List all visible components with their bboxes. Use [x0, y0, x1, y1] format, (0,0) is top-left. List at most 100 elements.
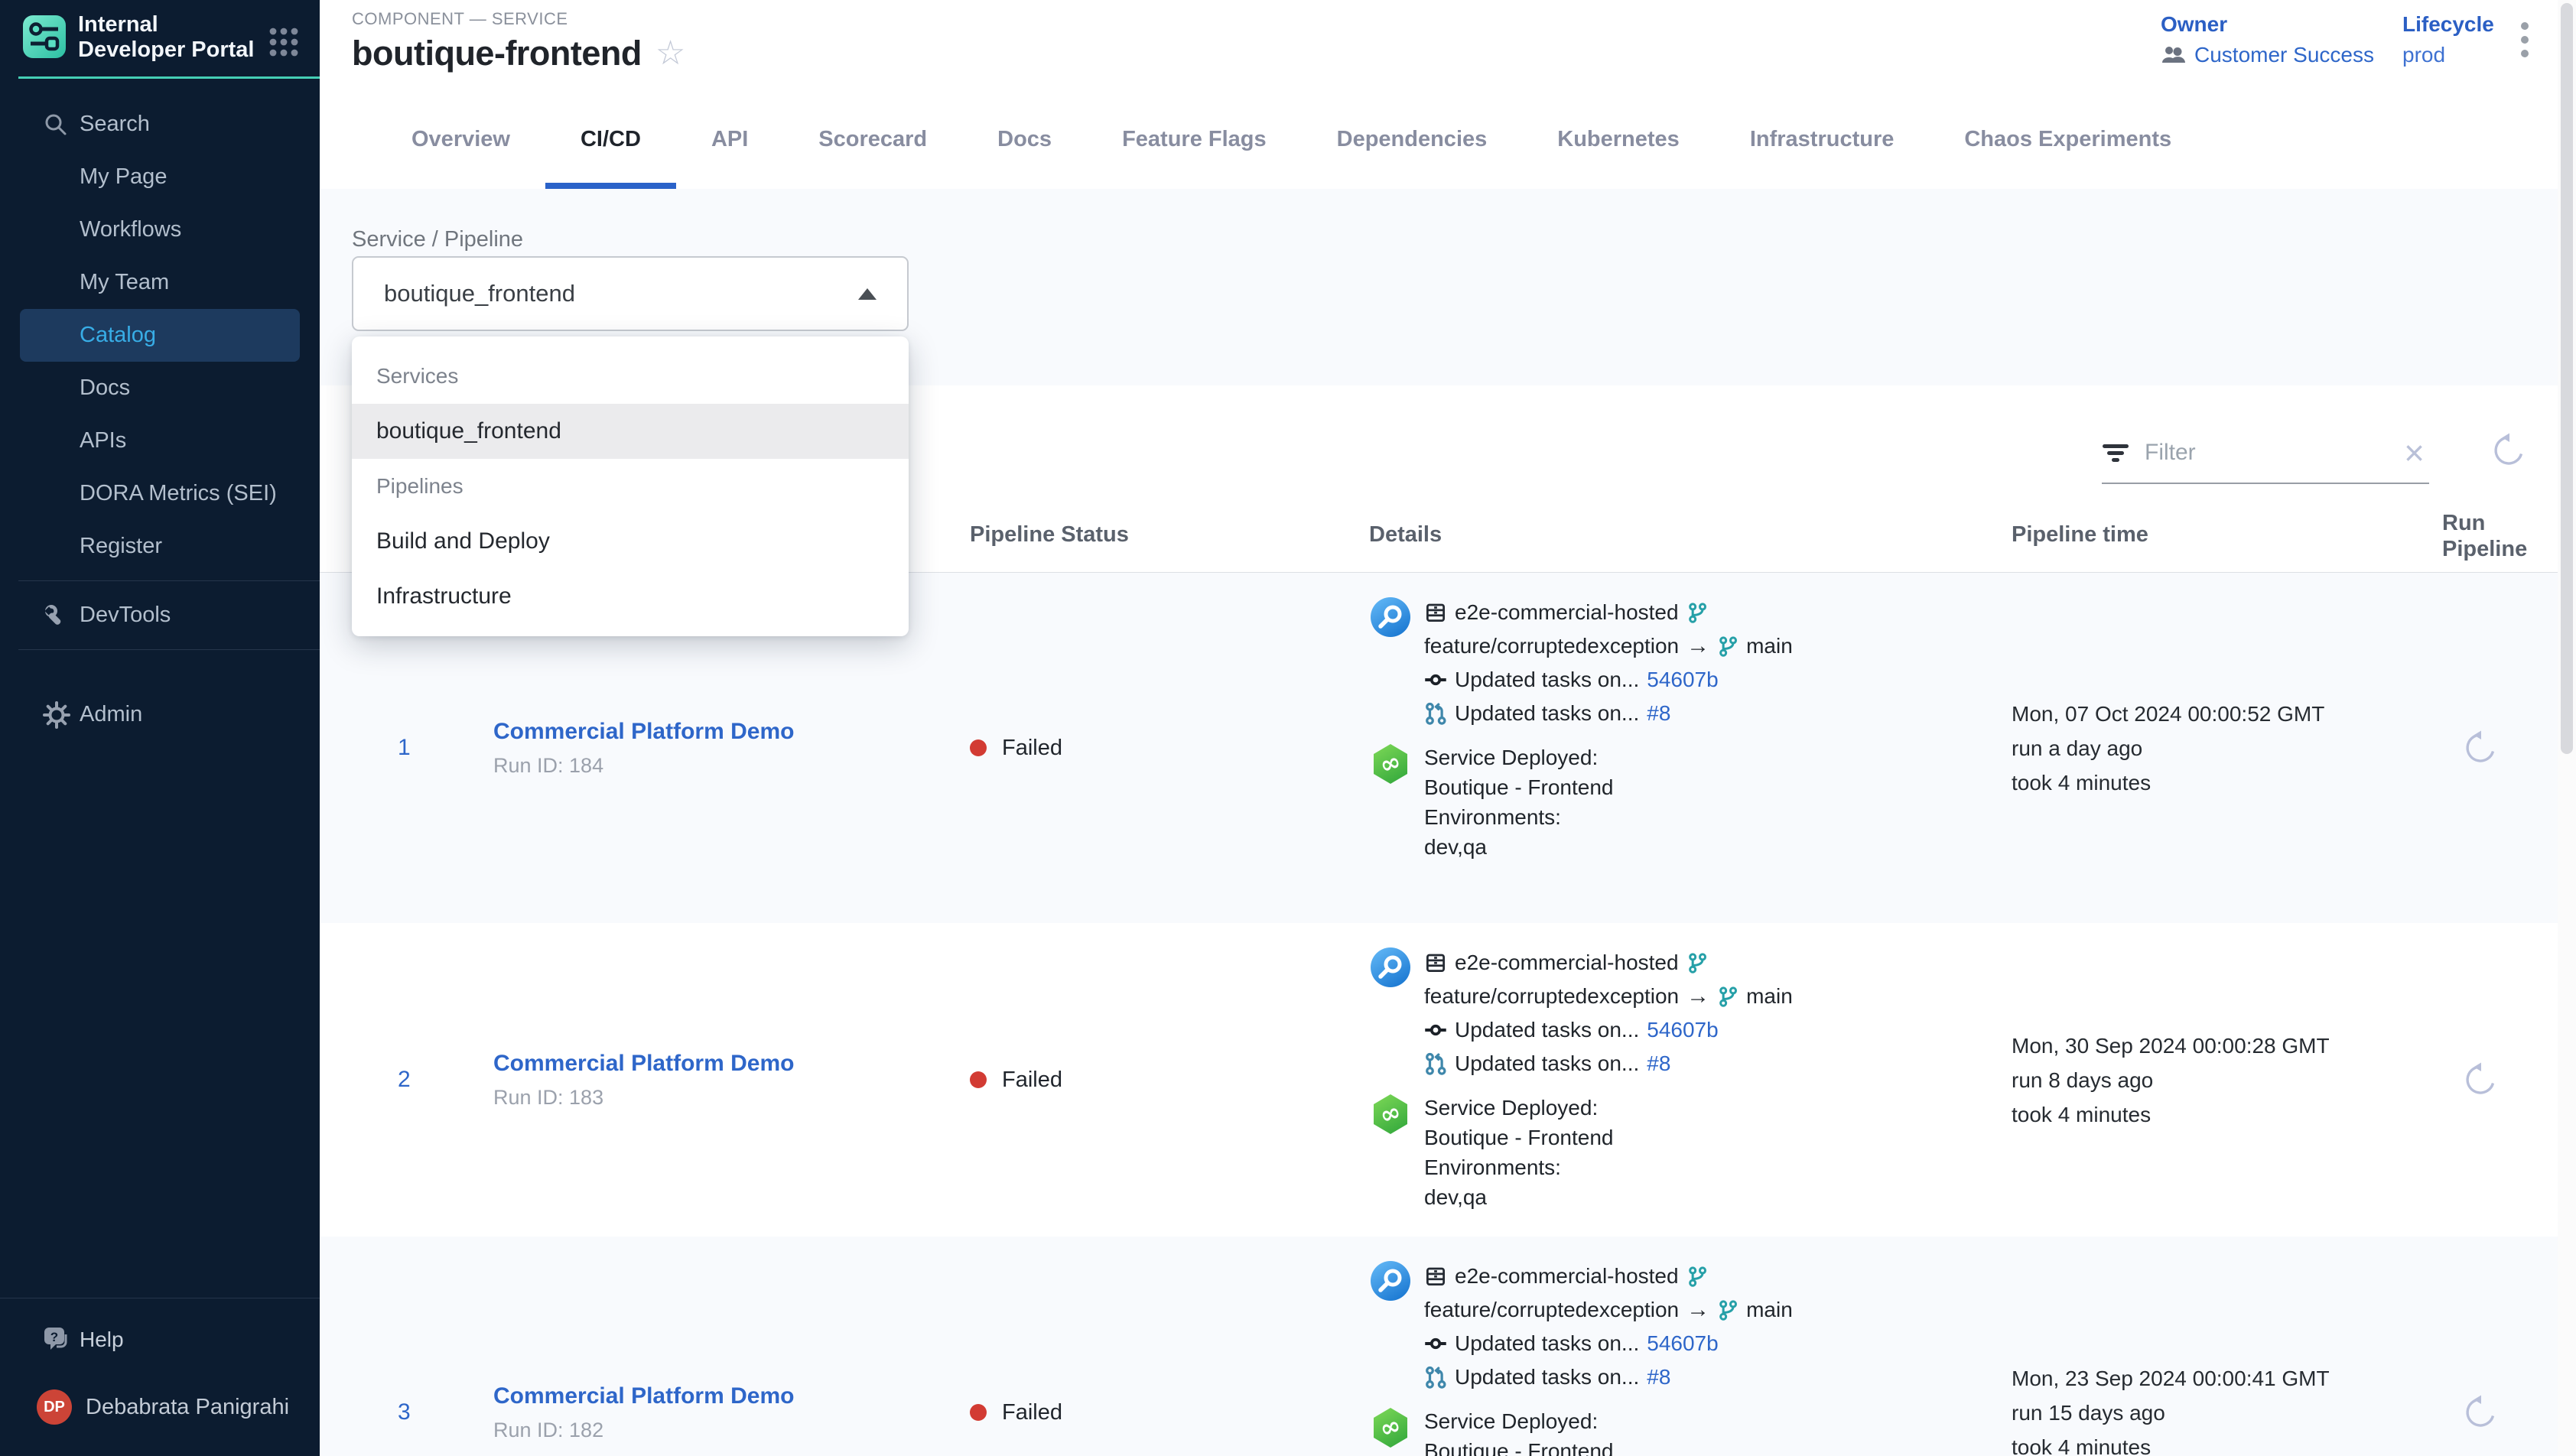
tab-scorecard[interactable]: Scorecard — [783, 89, 962, 189]
tab-overview[interactable]: Overview — [376, 89, 545, 189]
commit-sha-link[interactable]: 54607b — [1647, 1331, 1718, 1356]
git-branch-icon — [1686, 952, 1708, 973]
rerun-pipeline-icon[interactable] — [2461, 730, 2497, 766]
service-pipeline-select[interactable]: boutique_frontend — [352, 256, 909, 331]
sidebar-item-my-team[interactable]: My Team — [0, 256, 320, 309]
git-branch-icon — [1717, 1299, 1738, 1321]
tab-dependencies[interactable]: Dependencies — [1302, 89, 1523, 189]
people-icon — [2161, 44, 2187, 66]
refresh-icon[interactable] — [2489, 432, 2526, 469]
filter-input[interactable] — [2143, 439, 2390, 466]
help-label: Help — [80, 1328, 124, 1352]
sidebar-item-admin[interactable]: Admin — [0, 688, 320, 741]
scrollbar-track[interactable] — [2558, 0, 2576, 1456]
run-relative-time: run 8 days ago — [2012, 1063, 2400, 1097]
rerun-pipeline-icon[interactable] — [2461, 1061, 2497, 1098]
run-number: 3 — [320, 1399, 461, 1425]
tab-kubernetes[interactable]: Kubernetes — [1522, 89, 1715, 189]
pull-request-icon — [1424, 1052, 1447, 1075]
tab-docs[interactable]: Docs — [962, 89, 1087, 189]
scrollbar-thumb[interactable] — [2561, 3, 2573, 754]
entity-tabs: Overview CI/CD API Scorecard Docs Featur… — [320, 89, 2576, 189]
details-cell: e2e-commercial-hosted feature/corruptede… — [1337, 923, 1983, 1212]
dropdown-option-infrastructure[interactable]: Infrastructure — [352, 569, 909, 624]
sidebar-item-label: DORA Metrics (SEI) — [80, 481, 277, 506]
deployed-service: Boutique - Frontend — [1424, 1436, 1614, 1456]
arrow-right-icon: → — [1686, 1297, 1709, 1323]
entity-kind-label: COMPONENT — SERVICE — [352, 9, 568, 29]
cd-module-icon: ∞ — [1369, 1093, 1412, 1136]
run-duration: took 4 minutes — [2012, 1430, 2400, 1456]
owner-block: Owner Customer Success — [2161, 12, 2374, 67]
sidebar-item-my-page[interactable]: My Page — [0, 151, 320, 203]
git-branch-icon — [1686, 602, 1708, 623]
clear-filter-icon[interactable]: × — [2404, 435, 2429, 470]
sidebar-item-docs[interactable]: Docs — [0, 362, 320, 414]
repository-icon — [1424, 951, 1447, 974]
status-text: Failed — [1002, 1068, 1062, 1093]
sidebar-accent-divider — [18, 76, 320, 79]
owner-label: Owner — [2161, 12, 2374, 37]
pr-message: Updated tasks on... — [1455, 701, 1639, 726]
sidebar-item-devtools[interactable]: DevTools — [0, 589, 320, 642]
favorite-star-icon[interactable]: ☆ — [655, 37, 685, 70]
commit-message: Updated tasks on... — [1455, 668, 1639, 692]
pr-number-link[interactable]: #8 — [1647, 1365, 1670, 1389]
deployed-label: Service Deployed: — [1424, 1406, 1614, 1436]
pipeline-link[interactable]: Commercial Platform Demo — [493, 1383, 794, 1409]
sidebar-item-catalog[interactable]: Catalog — [20, 309, 300, 362]
ci-module-icon — [1369, 1259, 1412, 1302]
sidebar-item-dora-metrics[interactable]: DORA Metrics (SEI) — [0, 467, 320, 520]
tab-api[interactable]: API — [676, 89, 783, 189]
details-cell: e2e-commercial-hosted feature/corruptede… — [1337, 1237, 1983, 1456]
filter-bar: × — [2102, 423, 2429, 484]
pipeline-name-cell: Commercial Platform Demo Run ID: 184 — [461, 719, 938, 778]
tab-cicd[interactable]: CI/CD — [545, 89, 676, 189]
source-branch: feature/corruptedexception — [1424, 634, 1679, 658]
column-header-run-pipeline: Run Pipeline — [2442, 510, 2557, 562]
pr-number-link[interactable]: #8 — [1647, 701, 1670, 726]
sidebar-item-workflows[interactable]: Workflows — [0, 203, 320, 256]
rerun-pipeline-icon[interactable] — [2461, 1394, 2497, 1431]
sidebar-item-apis[interactable]: APIs — [0, 414, 320, 467]
run-number: 1 — [320, 735, 461, 761]
tab-feature-flags[interactable]: Feature Flags — [1087, 89, 1302, 189]
tab-infrastructure[interactable]: Infrastructure — [1715, 89, 1930, 189]
pr-number-link[interactable]: #8 — [1647, 1051, 1670, 1076]
apps-grid-icon[interactable] — [268, 26, 300, 58]
commit-sha-link[interactable]: 54607b — [1647, 668, 1718, 692]
table-row: 3 Commercial Platform Demo Run ID: 182 F… — [320, 1237, 2558, 1456]
target-branch: main — [1746, 634, 1793, 658]
pipeline-link[interactable]: Commercial Platform Demo — [493, 1051, 794, 1077]
owner-link[interactable]: Customer Success — [2194, 43, 2374, 67]
dropdown-option-boutique-frontend[interactable]: boutique_frontend — [352, 404, 909, 459]
failed-status-dot — [970, 1071, 987, 1088]
environments-label: Environments: — [1424, 1152, 1614, 1182]
more-options-icon[interactable] — [2519, 20, 2530, 64]
sidebar-item-label: Catalog — [80, 323, 156, 348]
pipeline-link[interactable]: Commercial Platform Demo — [493, 719, 794, 745]
app-window: Internal Developer Portal Search My Page — [0, 0, 2576, 1456]
user-name: Debabrata Panigrahi — [86, 1395, 289, 1420]
sidebar-nav: Search My Page Workflows My Team Catalog… — [0, 98, 320, 741]
git-branch-icon — [1717, 635, 1738, 657]
sidebar-item-label: DevTools — [80, 603, 171, 628]
pipeline-time-cell: Mon, 30 Sep 2024 00:00:28 GMT run 8 days… — [1983, 1029, 2400, 1132]
dropdown-group-services: Services — [352, 349, 909, 404]
sidebar-item-register[interactable]: Register — [0, 520, 320, 573]
tab-chaos-experiments[interactable]: Chaos Experiments — [1929, 89, 2207, 189]
cicd-panel: Service / Pipeline boutique_frontend × P… — [320, 189, 2558, 1456]
service-pipeline-dropdown: Services boutique_frontend Pipelines Bui… — [352, 336, 909, 636]
failed-status-dot — [970, 739, 987, 756]
source-branch: feature/corruptedexception — [1424, 984, 1679, 1009]
help-button[interactable]: ? Help — [0, 1311, 320, 1369]
user-menu[interactable]: DP Debabrata Panigrahi — [0, 1369, 320, 1445]
target-branch: main — [1746, 1298, 1793, 1322]
sidebar-item-search[interactable]: Search — [0, 98, 320, 151]
commit-sha-link[interactable]: 54607b — [1647, 1018, 1718, 1042]
environments-label: Environments: — [1424, 802, 1614, 832]
page-title: boutique-frontend — [352, 34, 642, 73]
dropdown-option-build-and-deploy[interactable]: Build and Deploy — [352, 514, 909, 569]
select-value: boutique_frontend — [384, 280, 858, 307]
svg-text:?: ? — [50, 1330, 58, 1344]
